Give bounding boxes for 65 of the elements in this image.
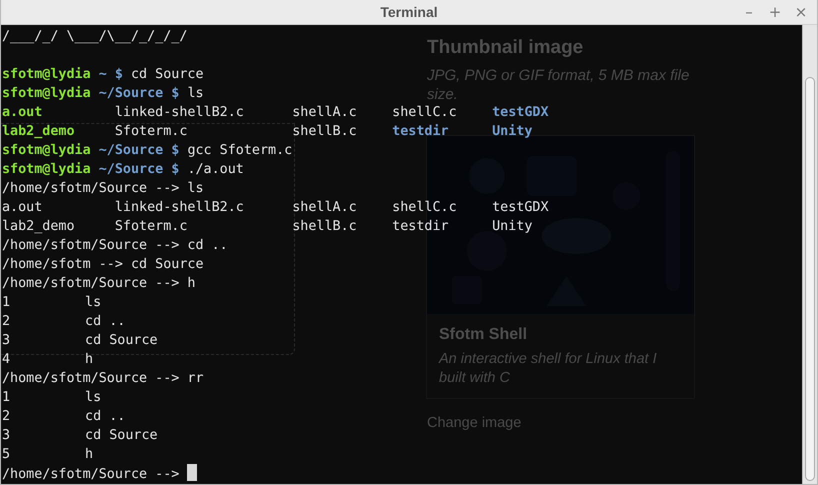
history-command: cd Source [85,427,158,445]
output-line: /home/sfotm/Source --> cd .. [2,238,228,253]
prompt-path: ~/Source $ [98,143,180,158]
history-command: h [85,446,94,464]
history-number: 3 [2,332,10,350]
prompt-path: ~/Source $ [98,162,180,177]
file-name: linked-shellB2.c [114,104,244,122]
file-name: Sfoterm.c [114,218,188,236]
history-number: 5 [2,446,10,464]
close-button[interactable]: × [789,1,813,23]
command-text: ls [187,86,204,101]
prompt-user: sfotm@lydia [2,86,91,101]
file-name: shellA.c [292,199,357,217]
directory-name: testGDX [492,104,549,122]
history-command: h [85,351,94,369]
executable-name: a.out [2,104,42,122]
file-name: Sfoterm.c [114,123,188,141]
hint-text: JPG, PNG or GIF format, 5 MB max file size. [427,66,690,104]
command-text: gcc Sfoterm.c [187,143,292,158]
file-name: testdir [392,218,449,236]
history-command: ls [85,389,102,407]
scrollbar-thumb[interactable] [805,77,815,481]
history-command: ls [85,294,102,312]
file-name: shellA.c [292,104,357,122]
card-description: An interactive shell for Linux that I built with C [439,350,658,388]
prompt-path: ~ $ [98,67,123,82]
command-text: ./a.out [187,162,244,177]
history-number: 2 [2,408,10,426]
history-command: cd .. [85,313,126,331]
history-command: cd Source [85,332,158,350]
file-name: shellB.c [292,123,357,141]
file-name: shellB.c [292,218,357,236]
history-number: 4 [2,351,10,369]
output-line: /___/_/ \___/\__/_/_/_/ [2,29,188,44]
prompt-user: sfotm@lydia [2,143,91,158]
file-name: shellC.c [392,199,457,217]
command-text: cd Source [131,67,204,82]
maximize-button[interactable]: + [763,1,787,23]
prompt-user: sfotm@lydia [2,162,91,177]
minimize-button[interactable]: – [737,1,761,23]
directory-name: Unity [492,123,532,141]
file-name: a.out [2,199,42,217]
file-name: shellC.c [392,104,457,122]
prompt-user: sfotm@lydia [2,67,91,82]
executable-name: lab2_demo [2,123,75,141]
window-title: Terminal [380,4,438,20]
card-title: Sfotm Shell [439,326,528,344]
section-heading: Thumbnail image [427,37,584,59]
history-number: 1 [2,389,10,407]
output-line: /home/sfotm --> cd Source [2,257,204,272]
history-number: 3 [2,427,10,445]
output-line: /home/sfotm/Source --> [2,467,180,482]
history-number: 1 [2,294,10,312]
prompt-path: ~/Source $ [98,86,180,101]
history-command: cd .. [85,408,126,426]
file-name: Unity [492,218,532,236]
output-line: /home/sfotm/Source --> ls [2,181,204,196]
directory-name: testdir [392,123,449,141]
output-line: /home/sfotm/Source --> h [2,276,196,291]
file-name: lab2_demo [2,218,75,236]
history-number: 2 [2,313,10,331]
output-line: /home/sfotm/Source --> rr [2,371,204,386]
change-image-link[interactable]: Change image [427,415,522,431]
file-name: testGDX [492,199,549,217]
file-name: linked-shellB2.c [114,199,244,217]
